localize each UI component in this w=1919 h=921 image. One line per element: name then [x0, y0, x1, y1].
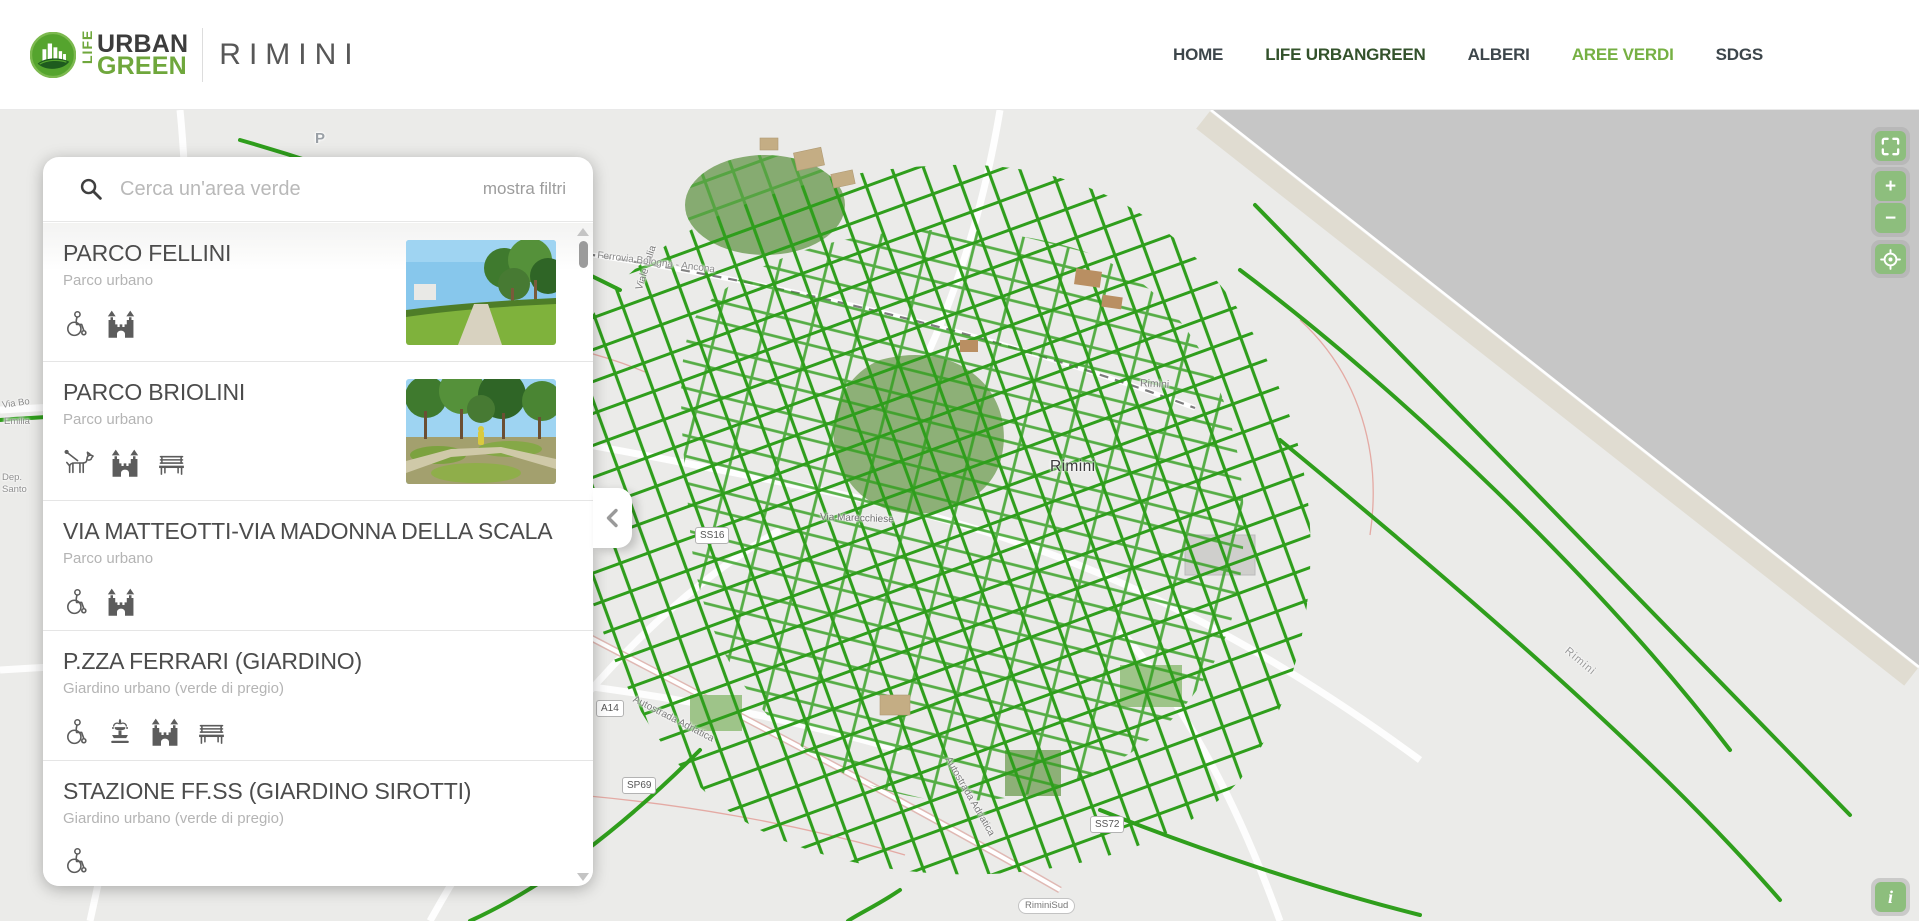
fullscreen-control: [1871, 127, 1910, 165]
area-subtitle: Giardino urbano (verde di pregio): [63, 810, 573, 827]
list-item-stazione-ffss[interactable]: STAZIONE FF.SS (GIARDINO SIROTTI) Giardi…: [43, 761, 593, 886]
dog-area-icon: [63, 448, 95, 478]
area-title: VIA MATTEOTTI-VIA MADONNA DELLA SCALA: [63, 518, 573, 545]
geolocate-target-icon: [1879, 248, 1902, 271]
main-nav: HOME LIFE URBANGREEN ALBERI AREE VERDI S…: [1173, 45, 1763, 65]
map-canvas[interactable]: Rimini Rimini Viale Italia Ferrovia Bolo…: [0, 110, 1919, 921]
nav-alberi[interactable]: ALBERI: [1468, 45, 1530, 65]
map-badge-a14: A14: [596, 700, 624, 717]
bench-icon: [195, 719, 228, 747]
fullscreen-icon: [1879, 135, 1902, 158]
area-thumbnail: [406, 240, 556, 345]
wheelchair-icon: [63, 846, 91, 876]
scrollbar-up-arrow[interactable]: [577, 228, 589, 236]
playground-castle-icon: [105, 308, 137, 339]
map-label-emilia: Emilia: [4, 416, 30, 427]
search-bar: mostra filtri: [43, 157, 593, 222]
wheelchair-icon: [63, 587, 91, 617]
wheelchair-icon: [63, 717, 91, 747]
life-urbangreen-logo-icon: [30, 32, 76, 78]
search-input[interactable]: [120, 178, 467, 201]
list-item-parco-briolini[interactable]: PARCO BRIOLINI Parco urbano: [43, 362, 593, 501]
area-title: P.ZZA FERRARI (GIARDINO): [63, 648, 573, 675]
scrollbar-down-arrow[interactable]: [577, 873, 589, 881]
show-filters-link[interactable]: mostra filtri: [483, 179, 566, 199]
area-subtitle: Giardino urbano (verde di pregio): [63, 680, 573, 697]
zoom-in-button[interactable]: +: [1875, 171, 1906, 201]
list-item-pzza-ferrari[interactable]: P.ZZA FERRARI (GIARDINO) Giardino urbano…: [43, 631, 593, 761]
nav-aree-verdi[interactable]: AREE VERDI: [1572, 45, 1674, 65]
nav-life-urbangreen[interactable]: LIFE URBANGREEN: [1265, 45, 1425, 65]
area-subtitle: Parco urbano: [63, 550, 573, 567]
playground-castle-icon: [109, 447, 141, 478]
bench-icon: [155, 450, 188, 478]
nav-home[interactable]: HOME: [1173, 45, 1223, 65]
map-label-rimini-station: Rimini: [1140, 377, 1170, 391]
brand-divider: [202, 28, 203, 82]
info-button[interactable]: i: [1875, 882, 1906, 912]
zoom-out-button[interactable]: −: [1875, 203, 1906, 233]
map-label-dep: Dep.: [2, 472, 22, 483]
geolocate-button[interactable]: [1875, 244, 1906, 274]
green-areas-panel: mostra filtri PARCO FELLINI Parco urbano: [43, 157, 593, 886]
map-badge-ss16: SS16: [695, 527, 729, 544]
brand-city-name: RIMINI: [219, 38, 360, 72]
map-badge-ss72: SS72: [1090, 816, 1124, 833]
drinking-fountain-icon: [105, 716, 135, 747]
map-label-parking: P: [315, 130, 325, 147]
search-icon: [78, 176, 104, 202]
top-navbar: LIFE URBAN GREEN RIMINI HOME LIFE URBANG…: [0, 0, 1919, 110]
scrollbar-thumb[interactable]: [579, 241, 588, 268]
green-areas-list: PARCO FELLINI Parco urbano: [43, 223, 593, 886]
fullscreen-button[interactable]: [1875, 131, 1906, 161]
wheelchair-icon: [63, 309, 91, 339]
area-thumbnail: [406, 379, 556, 484]
chevron-left-icon: [601, 506, 625, 530]
map-label-rimini-sud: RiminiSud: [1018, 898, 1075, 914]
info-control: i: [1871, 878, 1910, 916]
geolocate-control: [1871, 240, 1910, 278]
brand-green-text: GREEN: [97, 55, 188, 77]
map-label-rimini-city: Rimini: [1050, 458, 1095, 476]
playground-castle-icon: [105, 586, 137, 617]
brand-logo[interactable]: LIFE URBAN GREEN RIMINI: [30, 28, 361, 82]
nav-sdgs[interactable]: SDGS: [1716, 45, 1763, 65]
map-badge-sp69: SP69: [622, 777, 656, 794]
list-item-parco-fellini[interactable]: PARCO FELLINI Parco urbano: [43, 223, 593, 362]
zoom-control: + −: [1871, 167, 1910, 237]
playground-castle-icon: [149, 716, 181, 747]
panel-collapse-button[interactable]: [593, 488, 632, 548]
area-title: STAZIONE FF.SS (GIARDINO SIROTTI): [63, 778, 573, 805]
map-label-santo: Santo: [2, 484, 27, 495]
brand-life-text: LIFE: [79, 46, 95, 64]
list-item-via-matteotti[interactable]: VIA MATTEOTTI-VIA MADONNA DELLA SCALA Pa…: [43, 501, 593, 631]
